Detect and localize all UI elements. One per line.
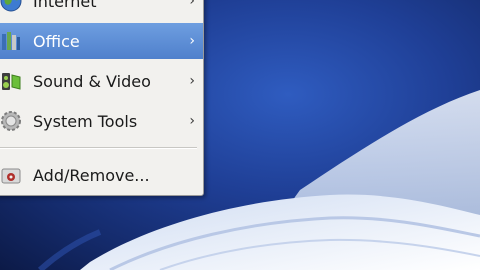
- menu-item-label: Internet: [33, 0, 97, 11]
- submenu-arrow-icon: ›: [189, 33, 195, 49]
- menu-item-label: Sound & Video: [33, 71, 151, 91]
- menu-item-system-tools[interactable]: System Tools ›: [0, 103, 203, 139]
- menu-item-add-remove[interactable]: Add/Remove...: [0, 157, 203, 193]
- submenu-arrow-icon: ›: [189, 113, 195, 129]
- menu-item-label: Office: [33, 31, 80, 51]
- applications-menu: Internet › Office › Sound & Video › Syst…: [0, 0, 204, 196]
- office-books-icon: [0, 27, 25, 55]
- globe-icon: [0, 0, 25, 15]
- sound-video-icon: [0, 67, 25, 95]
- submenu-arrow-icon: ›: [189, 0, 195, 9]
- menu-item-label: Add/Remove...: [33, 165, 150, 185]
- gear-icon: [0, 107, 25, 135]
- add-remove-package-icon: [0, 161, 25, 189]
- desktop: Internet › Office › Sound & Video › Syst…: [0, 0, 480, 270]
- menu-separator: [0, 147, 197, 149]
- menu-item-label: System Tools: [33, 111, 138, 131]
- submenu-arrow-icon: ›: [189, 73, 195, 89]
- menu-item-internet[interactable]: Internet ›: [0, 0, 203, 19]
- menu-item-sound-video[interactable]: Sound & Video ›: [0, 63, 203, 99]
- menu-item-office[interactable]: Office ›: [0, 23, 203, 59]
